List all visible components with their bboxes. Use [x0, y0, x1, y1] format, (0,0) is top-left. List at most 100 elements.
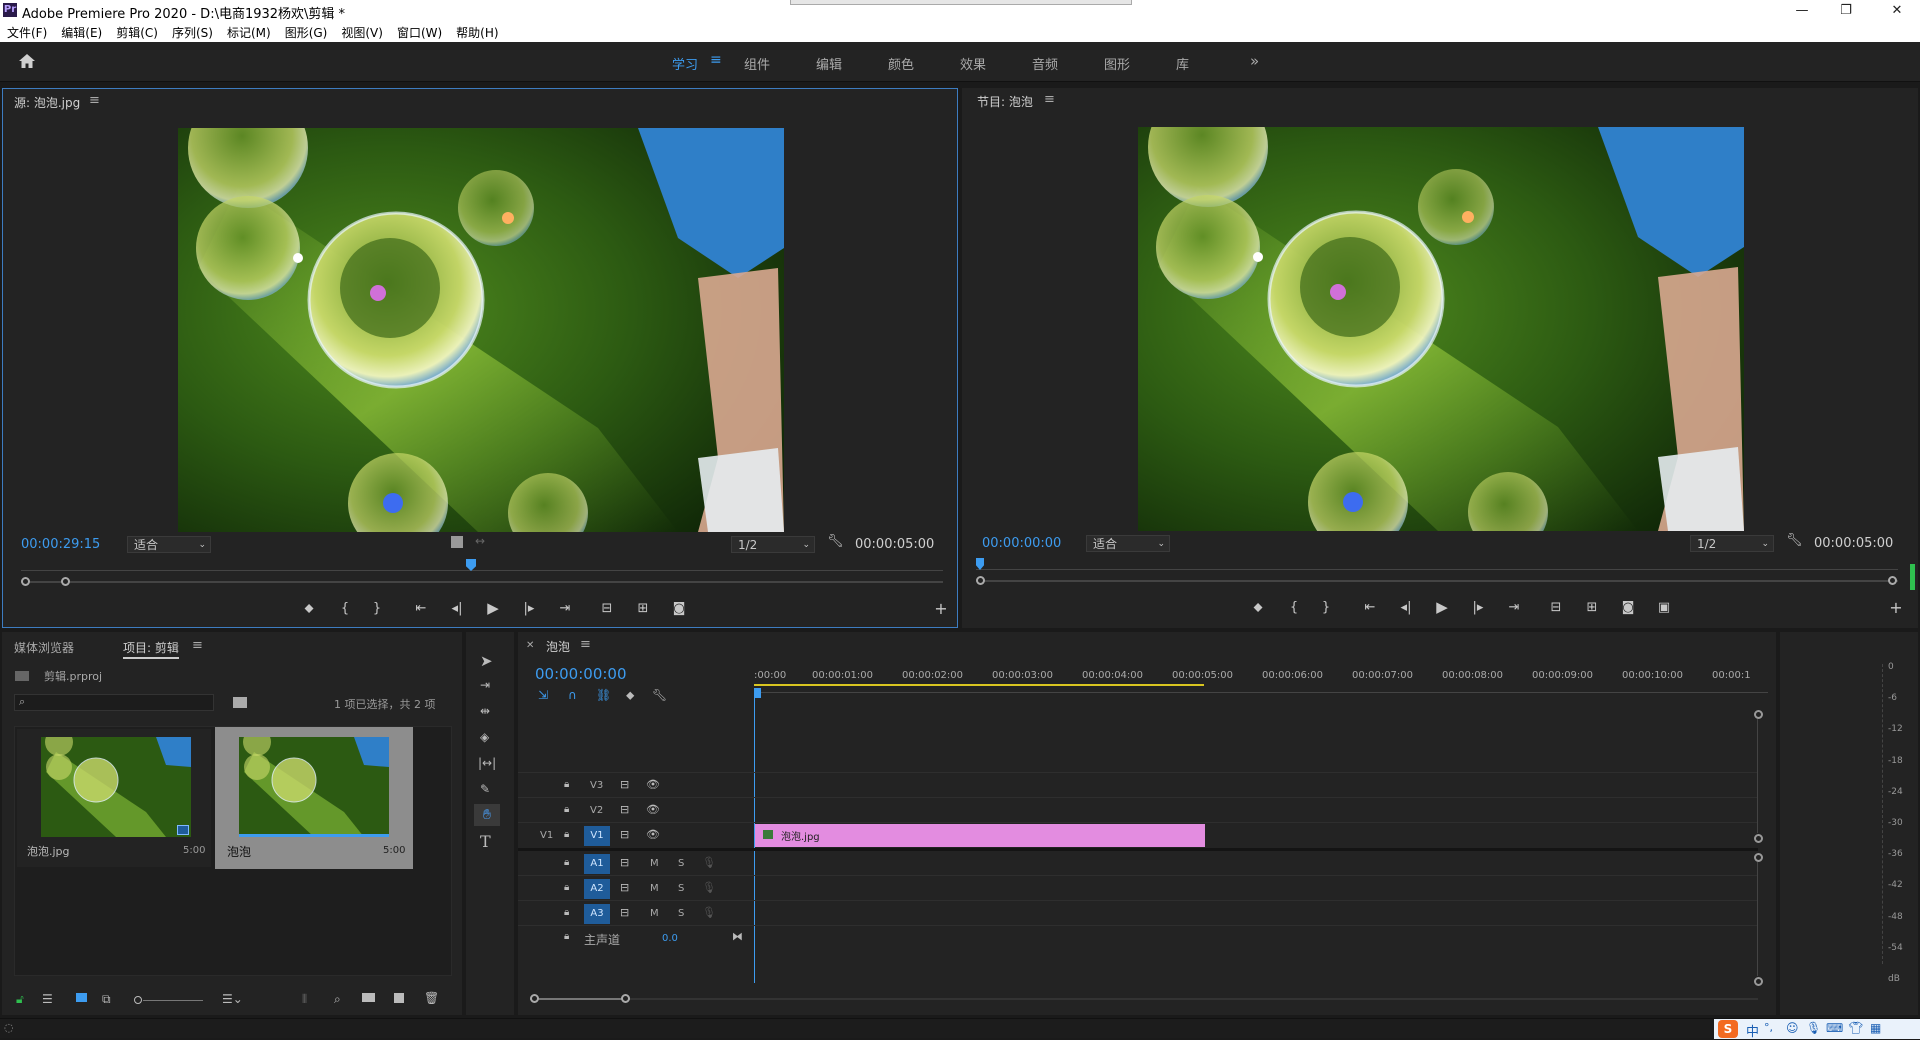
track-name[interactable]: V2 — [590, 805, 603, 816]
zoom-handle-right[interactable] — [621, 994, 630, 1003]
lift-icon[interactable]: ⊟ — [1546, 599, 1566, 617]
workspace-menu-icon[interactable]: ≡ — [710, 52, 722, 68]
snap-magnet-icon[interactable]: ∩ — [568, 688, 577, 702]
skin-shirt-icon[interactable]: 👕︎ — [1848, 1021, 1863, 1035]
find-icon[interactable]: ⌕ — [334, 992, 341, 1007]
minimize-button[interactable]: — — [1782, 0, 1822, 22]
menu-marker[interactable]: 标记(M) — [220, 22, 278, 41]
solo-button[interactable]: S — [678, 908, 684, 919]
list-view-icon[interactable]: ☰ — [42, 992, 53, 1006]
new-item-icon[interactable] — [394, 993, 404, 1003]
timeline-ruler[interactable]: :00:00 00:00:01:00 00:00:02:00 00:00:03:… — [754, 662, 1768, 700]
nest-toggle-icon[interactable]: ⇲ — [538, 688, 548, 702]
selection-tool-icon[interactable]: ➤ — [480, 652, 493, 670]
zoom-handle-left[interactable] — [21, 577, 30, 586]
menu-window[interactable]: 窗口(W) — [390, 22, 449, 41]
drag-video-only-icon[interactable] — [451, 536, 463, 548]
step-forward-icon[interactable]: |▸ — [519, 600, 539, 618]
lock-icon[interactable]: 🔒︎ — [564, 857, 569, 868]
mute-button[interactable]: M — [650, 908, 659, 919]
extract-icon[interactable]: ⊞ — [1582, 599, 1602, 617]
mark-out-icon[interactable]: } — [1316, 599, 1336, 617]
go-to-in-icon[interactable]: ⇤ — [411, 600, 431, 618]
toolbox-grid-icon[interactable]: ▦ — [1870, 1021, 1881, 1035]
menu-clip[interactable]: 剪辑(C) — [109, 22, 165, 41]
work-area-bar[interactable] — [754, 684, 1204, 686]
go-to-out-icon[interactable]: ⇥ — [1504, 599, 1524, 617]
comparison-view-icon[interactable]: ▣ — [1654, 599, 1674, 617]
eye-icon[interactable]: 👁︎ — [646, 778, 660, 791]
video-scrollbar[interactable] — [1757, 719, 1758, 833]
zoom-handle-right[interactable] — [61, 577, 70, 586]
sync-lock-icon[interactable]: ⊟ — [620, 803, 629, 816]
lock-icon[interactable]: 🔒︎ — [564, 882, 569, 893]
workspace-tab-graphics[interactable]: 图形 — [1104, 54, 1130, 73]
eye-icon[interactable]: 👁︎ — [646, 828, 660, 841]
microphone-icon[interactable]: 🎙︎ — [1806, 1021, 1821, 1035]
add-marker-icon[interactable]: ⬥ — [626, 688, 634, 703]
linked-selection-icon[interactable]: ⛓︎ — [596, 688, 611, 702]
add-marker-icon[interactable]: ⬥ — [299, 600, 319, 618]
ime-punctuation-toggle[interactable]: °, — [1764, 1021, 1773, 1034]
menu-edit[interactable]: 编辑(E) — [54, 22, 109, 41]
lock-icon[interactable]: 🔓︎ — [16, 992, 24, 1007]
mark-in-icon[interactable]: { — [335, 600, 355, 618]
track-target-v1[interactable]: V1 — [584, 826, 610, 846]
program-fit-dropdown[interactable]: 适合 ⌄ — [1086, 535, 1170, 552]
audio-scroll-handle-bottom[interactable] — [1754, 977, 1763, 986]
close-window-button[interactable]: ✕ — [1877, 0, 1917, 22]
wrench-icon[interactable]: 🔧︎ — [827, 534, 844, 549]
trash-icon[interactable]: 🗑︎ — [424, 991, 439, 1005]
menu-help[interactable]: 帮助(H) — [449, 22, 505, 41]
track-target-a1[interactable]: A1 — [584, 854, 610, 874]
mark-out-icon[interactable]: } — [367, 600, 387, 618]
hand-tool-icon[interactable]: ✋︎ — [474, 804, 500, 826]
timeline-settings-icon[interactable]: 🔧︎ — [652, 688, 667, 702]
audio-scroll-handle-top[interactable] — [1754, 853, 1763, 862]
tab-project[interactable]: 项目: 剪辑 — [123, 639, 179, 659]
sogou-logo-icon[interactable]: S — [1718, 1020, 1738, 1038]
mute-button[interactable]: M — [650, 883, 659, 894]
button-editor-plus-icon[interactable]: + — [931, 600, 951, 618]
more-workspaces-button[interactable]: » — [1250, 52, 1259, 70]
step-back-icon[interactable]: ◂| — [447, 600, 467, 618]
export-frame-icon[interactable]: ◙ — [669, 600, 689, 618]
menu-view[interactable]: 视图(V) — [334, 22, 390, 41]
program-resolution-dropdown[interactable]: 1/2 ⌄ — [1690, 535, 1774, 552]
export-frame-icon[interactable]: ◙ — [1618, 599, 1638, 617]
home-icon[interactable] — [18, 53, 36, 69]
button-editor-plus-icon[interactable]: + — [1886, 599, 1906, 617]
sync-lock-icon[interactable]: ⊟ — [620, 828, 629, 841]
timeline-clip[interactable]: 泡泡.jpg — [755, 824, 1205, 847]
track-select-tool-icon[interactable]: ⇥ — [480, 678, 490, 692]
video-scroll-handle-bottom[interactable] — [1754, 834, 1763, 843]
track-name[interactable]: V3 — [590, 780, 603, 791]
insert-icon[interactable]: ⊟ — [597, 600, 617, 618]
freeform-view-icon[interactable]: ⧉ — [102, 992, 111, 1007]
track-target-a2[interactable]: A2 — [584, 879, 610, 899]
emoji-icon[interactable]: ☺ — [1786, 1021, 1799, 1035]
timeline-zoom-scrollbar[interactable] — [530, 994, 1758, 1004]
lock-icon[interactable]: 🔒︎ — [564, 779, 569, 790]
project-panel-menu-icon[interactable]: ≡ — [192, 638, 203, 653]
workspace-tab-libraries[interactable]: 库 — [1176, 54, 1189, 73]
go-to-in-icon[interactable]: ⇤ — [1360, 599, 1380, 617]
workspace-tab-editing[interactable]: 编辑 — [816, 54, 842, 73]
lock-icon[interactable]: 🔒︎ — [564, 931, 569, 942]
tab-media-browser[interactable]: 媒体浏览器 — [14, 639, 74, 656]
menu-graphics[interactable]: 图形(G) — [278, 22, 335, 41]
source-zoom-scrollbar[interactable] — [21, 577, 943, 587]
solo-button[interactable]: S — [678, 883, 684, 894]
overwrite-icon[interactable]: ⊞ — [633, 600, 653, 618]
source-resolution-dropdown[interactable]: 1/2 ⌄ — [731, 536, 815, 553]
new-search-bin-icon[interactable] — [233, 697, 247, 708]
workspace-tab-effects[interactable]: 效果 — [960, 54, 986, 73]
microphone-icon[interactable]: 🎙︎ — [702, 906, 716, 919]
lock-icon[interactable]: 🔒︎ — [564, 829, 569, 840]
timeline-playhead[interactable] — [754, 688, 761, 698]
mark-in-icon[interactable]: { — [1284, 599, 1304, 617]
timeline-timecode[interactable]: 00:00:00:00 — [535, 665, 627, 683]
track-target-a3[interactable]: A3 — [584, 904, 610, 924]
solo-button[interactable]: S — [678, 858, 684, 869]
go-to-out-icon[interactable]: ⇥ — [555, 600, 575, 618]
